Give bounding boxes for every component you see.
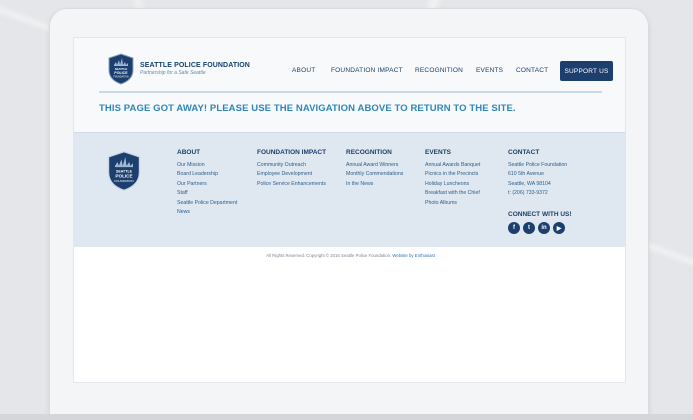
footer-heading: CONTACT (508, 149, 540, 156)
site-header: SEATTLE POLICE FOUNDATION SEATTLE POLICE… (74, 38, 625, 132)
footer-link[interactable]: Board Leadership (177, 170, 237, 179)
nav-foundation-impact[interactable]: FOUNDATION IMPACT (331, 67, 403, 74)
footer-column-contact: CONTACT Seattle Police Foundation 610 5t… (508, 149, 567, 199)
badge-line: POLICE (115, 173, 132, 178)
footer-heading: RECOGNITION (346, 149, 392, 156)
badge-line: FOUNDATION (114, 179, 133, 183)
contact-street: 610 5th Avenue (508, 171, 544, 178)
footer-link[interactable]: Annual Awards Banquet (425, 161, 480, 170)
footer-heading: ABOUT (177, 149, 201, 156)
youtube-icon[interactable]: ▶ (553, 222, 565, 234)
facebook-icon[interactable]: f (508, 222, 520, 234)
footer-column-foundation-impact: FOUNDATION IMPACT Community Outreach Emp… (257, 149, 326, 189)
police-badge-logo[interactable]: SEATTLE POLICE FOUNDATION (107, 53, 135, 85)
copyright-bar: All Rights Reserved. Copyright © 2016 Se… (74, 253, 625, 258)
badge-line: FOUNDATION (113, 76, 128, 79)
footer-column-recognition: RECOGNITION Annual Award Winners Monthly… (346, 149, 403, 189)
footer-badge-logo[interactable]: SEATTLE POLICE FOUNDATION (106, 149, 142, 193)
footer-link[interactable]: Annual Award Winners (346, 161, 403, 170)
footer-link[interactable]: Our Partners (177, 180, 237, 189)
laptop-base (0, 414, 693, 420)
footer-link[interactable]: Employee Development (257, 170, 326, 179)
site-footer: SEATTLE POLICE FOUNDATION ABOUT Our Miss… (74, 132, 625, 247)
support-us-button[interactable]: SUPPORT US (560, 61, 613, 81)
nav-events[interactable]: EVENTS (476, 67, 503, 74)
copyright-text: All Rights Reserved. Copyright © 2016 Se… (266, 253, 392, 258)
nav-contact[interactable]: CONTACT (516, 67, 548, 74)
footer-link[interactable]: Seattle Police Department (177, 199, 237, 208)
linkedin-icon[interactable]: in (538, 222, 550, 234)
contact-org: Seattle Police Foundation (508, 162, 568, 168)
page-not-found-message: THIS PAGE GOT AWAY! PLEASE USE THE NAVIG… (99, 103, 516, 114)
badge-line: POLICE (114, 71, 128, 75)
footer-link[interactable]: News (177, 208, 237, 217)
credit-link[interactable]: Website by Enthusiast (392, 253, 434, 258)
footer-link[interactable]: Holiday Luncheons (425, 180, 480, 189)
footer-link[interactable]: Our Mission (177, 161, 237, 170)
connect-heading: CONNECT WITH US! (508, 211, 572, 218)
footer-column-about: ABOUT Our Mission Board Leadership Our P… (177, 149, 237, 217)
browser-screen: SEATTLE POLICE FOUNDATION SEATTLE POLICE… (73, 37, 626, 383)
footer-link[interactable]: Community Outreach (257, 161, 326, 170)
nav-recognition[interactable]: RECOGNITION (415, 67, 463, 74)
footer-link[interactable]: Photo Albums (425, 199, 480, 208)
footer-link[interactable]: Breakfast with the Chief (425, 189, 480, 198)
footer-heading: EVENTS (425, 149, 452, 156)
footer-link[interactable]: Staff (177, 189, 237, 198)
header-divider (99, 91, 602, 93)
footer-link[interactable]: Picnics in the Precincts (425, 170, 480, 179)
contact-city: Seattle, WA 98104 (508, 180, 551, 187)
brand-name[interactable]: SEATTLE POLICE FOUNDATION (140, 62, 250, 69)
nav-about[interactable]: ABOUT (292, 67, 315, 74)
footer-link[interactable]: In the News (346, 180, 403, 189)
footer-column-events: EVENTS Annual Awards Banquet Picnics in … (425, 149, 480, 208)
contact-phone[interactable]: t: (206) 733-9372 (508, 189, 567, 198)
footer-link[interactable]: Monthly Commendations (346, 170, 403, 179)
twitter-icon[interactable]: t (523, 222, 535, 234)
footer-link[interactable]: Police Service Enhancements (257, 180, 326, 189)
footer-heading: FOUNDATION IMPACT (257, 149, 327, 156)
brand-tagline: Partnership for a Safe Seattle (140, 70, 206, 76)
